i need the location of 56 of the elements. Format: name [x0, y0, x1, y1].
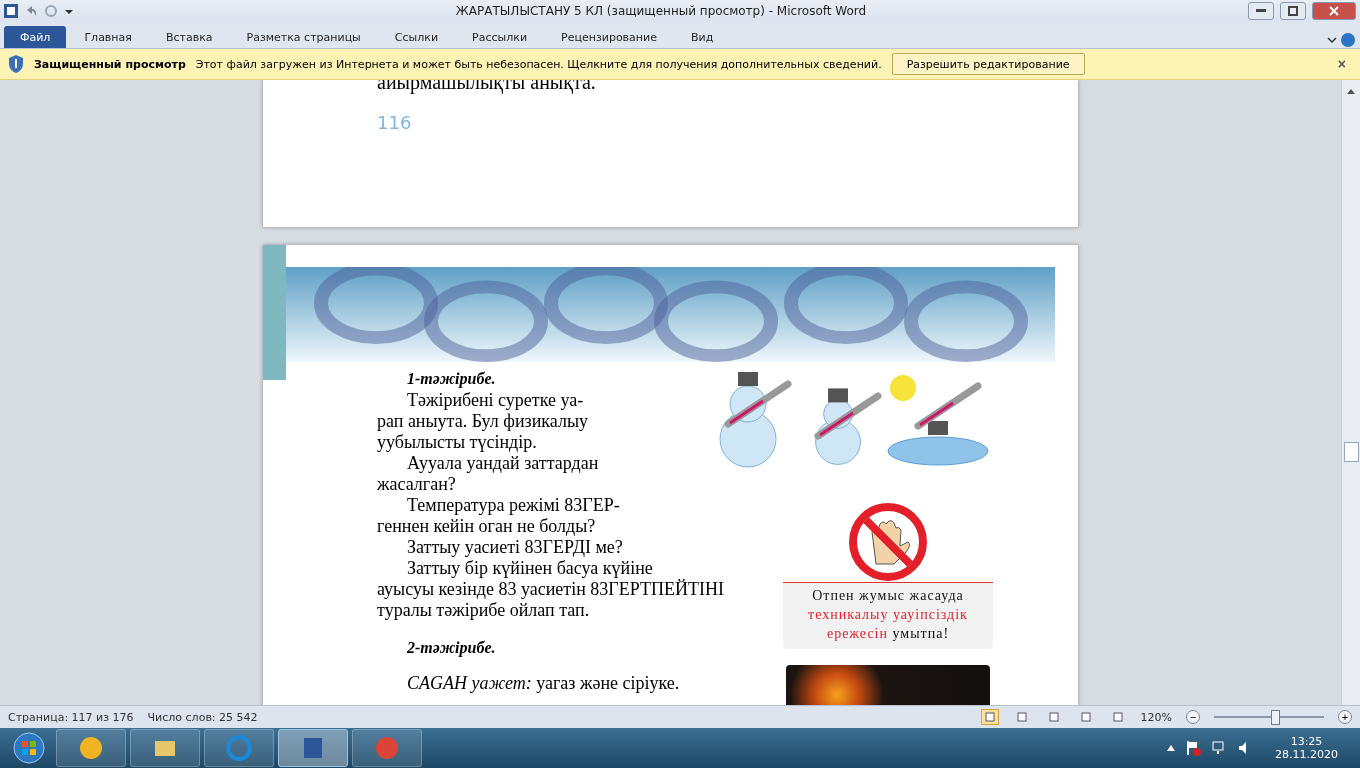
ribbon-tab[interactable]: Рассылки	[456, 26, 544, 48]
page-view-icon	[1112, 712, 1123, 722]
zoom-in-button[interactable]: +	[1338, 710, 1352, 724]
round-app-icon	[374, 735, 400, 761]
stop-hand-icon	[848, 502, 928, 582]
paragraph: Заттыу бір күйінен басуа күйіне ауысуы кезінде 83 уасиетін 83ГЕРТПЕЙТІНІ туралы тәжірибе ойлап тап.	[377, 558, 725, 621]
paragraph: Температура режімі 83ГЕР- геннен кейін оган не болды?	[377, 495, 621, 537]
ribbon-tab[interactable]: Файл	[4, 26, 67, 48]
safety-caption: Отпен жумыс жасауда техникалыу уауіпсіздік ережесін умытпа!	[783, 582, 993, 649]
word-count[interactable]: Число слов: 25 542	[147, 710, 258, 724]
flag-icon[interactable]	[1185, 740, 1201, 756]
scroll-thumb[interactable]	[1343, 442, 1359, 462]
close-icon	[1329, 6, 1339, 16]
page-count[interactable]: Страница: 117 из 176	[8, 710, 134, 724]
ribbon-tab[interactable]: Разметка страницы	[230, 26, 377, 48]
ribbon-tab[interactable]: Главная	[68, 26, 148, 48]
message-title: Защищенный просмотр	[34, 57, 186, 71]
window-title: ЖАРАТЫЛЫСТАНУ 5 КЛ (защищенный просмотр) - Microsoft Word	[454, 4, 868, 18]
page-view-icon	[1080, 712, 1091, 722]
shield-icon	[8, 54, 24, 74]
clock[interactable]: 13:25 28.11.2020	[1275, 735, 1338, 761]
close-button[interactable]: ×	[1331, 55, 1352, 73]
page-view-icon	[1048, 712, 1059, 722]
section-heading: 1-тәжірибе.	[406, 370, 496, 388]
date: 28.11.2020	[1275, 748, 1338, 761]
time: 13:25	[1290, 735, 1323, 748]
paragraph: Тәжірибені суретке уа- рап аныута. Бул физикалыу уубылысты түсіндір.	[377, 390, 589, 453]
page-number: 116	[377, 112, 412, 133]
ribbon-tab[interactable]: Вставка	[149, 26, 229, 48]
ribbon-tab[interactable]: Рецензирование	[545, 26, 673, 48]
ribbon-tab[interactable]: Вид	[674, 26, 730, 48]
tray-arrow-icon[interactable]	[1167, 745, 1175, 751]
paragraph: CAGAH уажет: уагаз және сіріуке.	[406, 673, 681, 694]
paragraph: Заттыу уасиеті 83ГЕРДІ ме?	[406, 537, 624, 558]
page-view-icon	[1016, 712, 1027, 722]
enable-editing-button[interactable]: Разрешить редактирование	[891, 53, 1085, 75]
help-icon[interactable]	[1340, 32, 1356, 48]
page-view-icon	[984, 712, 995, 722]
taskbar-app[interactable]	[278, 729, 348, 767]
slider-thumb[interactable]	[1270, 709, 1280, 725]
restore-icon	[1288, 6, 1298, 16]
body-text: аиырмашылықты анықта.	[377, 80, 597, 92]
circle-app-icon	[78, 735, 104, 761]
section-heading: 2-тәжірибе.	[406, 639, 496, 657]
zoom-level[interactable]: 120%	[1140, 710, 1172, 724]
ribbon-tab[interactable]: Ссылки	[378, 26, 455, 48]
ring-app-icon	[226, 735, 252, 761]
minimize-icon	[1256, 9, 1266, 13]
restore-button[interactable]	[1280, 2, 1306, 20]
minimize-button[interactable]	[1248, 2, 1274, 20]
view-mode-button[interactable]	[980, 709, 999, 725]
network-icon[interactable]	[1211, 740, 1227, 756]
close-button[interactable]	[1312, 2, 1356, 20]
message-text[interactable]: Этот файл загружен из Интернета и может быть небезопасен. Щелкните для получения дополнительных сведений.	[195, 57, 882, 71]
zoom-out-button[interactable]: −	[1186, 710, 1200, 724]
paragraph: Аууала уандай заттардан жасалган?	[377, 453, 600, 495]
